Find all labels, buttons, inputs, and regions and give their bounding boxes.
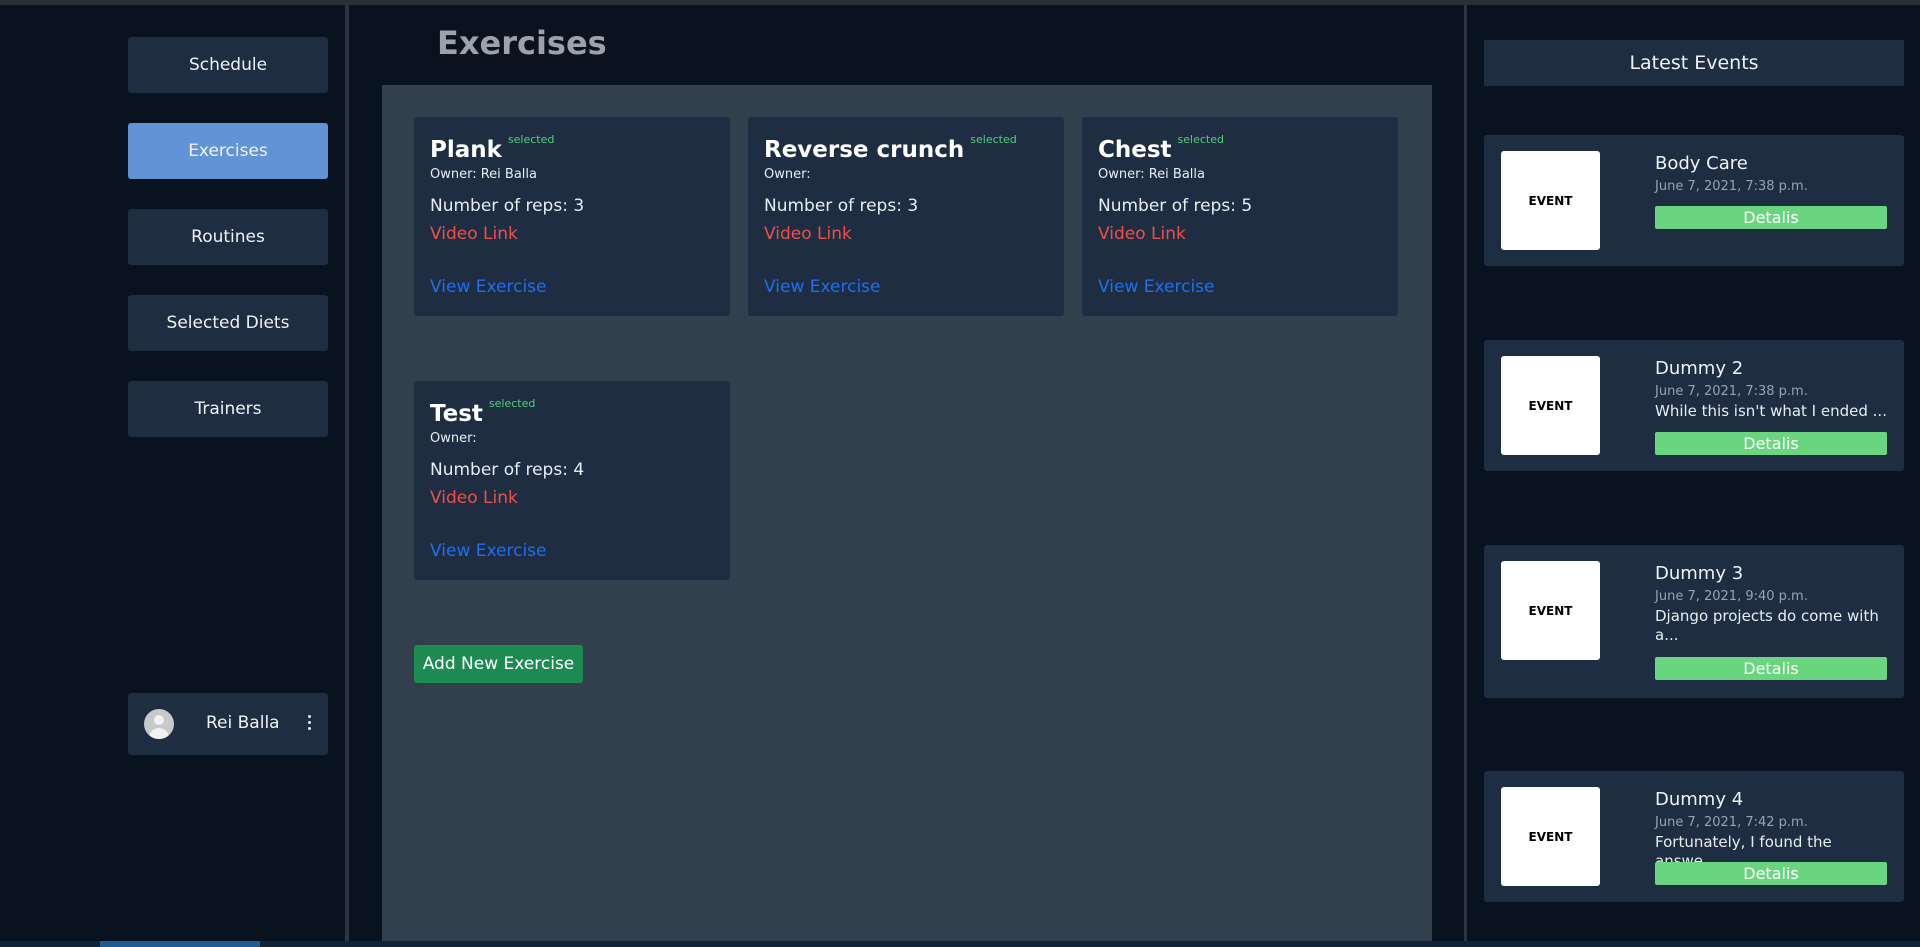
window-bottom-bar xyxy=(0,941,1920,947)
add-new-exercise-button[interactable]: Add New Exercise xyxy=(414,645,583,683)
event-date: June 7, 2021, 7:38 p.m. xyxy=(1655,179,1808,194)
avatar xyxy=(144,709,174,739)
sidebar-item-exercises[interactable]: Exercises xyxy=(128,123,328,179)
latest-events-header: Latest Events xyxy=(1484,40,1904,86)
sidebar-item-schedule[interactable]: Schedule xyxy=(128,37,328,93)
selected-badge: selected xyxy=(970,133,1017,146)
exercise-title: Test selected xyxy=(430,397,535,427)
exercise-name: Chest xyxy=(1098,137,1172,163)
video-link[interactable]: Video Link xyxy=(764,224,852,244)
right-divider xyxy=(1464,5,1467,941)
event-date: June 7, 2021, 7:38 p.m. xyxy=(1655,384,1808,399)
view-exercise-link[interactable]: View Exercise xyxy=(764,277,881,297)
window-top-bar xyxy=(0,0,1920,5)
selected-badge: selected xyxy=(488,397,536,410)
exercise-name: Reverse crunch xyxy=(764,137,965,163)
left-divider xyxy=(345,5,349,941)
exercise-card: Test selected Owner: Number of reps: 4 Vi… xyxy=(414,381,730,580)
event-thumbnail: EVENT xyxy=(1501,787,1600,886)
event-card: EVENT Dummy 4 June 7, 2021, 7:42 p.m. Fo… xyxy=(1484,771,1904,902)
exercise-owner: Owner: xyxy=(430,431,477,446)
exercise-reps: Number of reps: 4 xyxy=(430,460,585,480)
video-link[interactable]: Video Link xyxy=(1098,224,1186,244)
user-name: Rei Balla xyxy=(206,713,280,733)
exercise-card: Reverse crunch selected Owner: Number of … xyxy=(748,117,1064,316)
event-description: Django projects do come with a... xyxy=(1655,607,1879,644)
view-exercise-link[interactable]: View Exercise xyxy=(430,277,547,297)
exercise-title: Reverse crunch selected xyxy=(764,133,1017,163)
exercise-card: Chest selected Owner: Rei Balla Number of… xyxy=(1082,117,1398,316)
exercise-name: Test xyxy=(430,401,483,427)
exercise-title: Chest selected xyxy=(1098,133,1224,163)
event-card: EVENT Dummy 3 June 7, 2021, 9:40 p.m. Dj… xyxy=(1484,545,1904,698)
exercise-owner: Owner: xyxy=(764,167,811,182)
video-link[interactable]: Video Link xyxy=(430,224,518,244)
exercise-name: Plank xyxy=(430,137,502,163)
video-link[interactable]: Video Link xyxy=(430,488,518,508)
event-thumbnail: EVENT xyxy=(1501,356,1600,455)
exercise-reps: Number of reps: 3 xyxy=(764,196,919,216)
event-description: While this isn't what I ended ... xyxy=(1655,402,1887,420)
event-title: Dummy 2 xyxy=(1655,358,1744,379)
event-date: June 7, 2021, 9:40 p.m. xyxy=(1655,589,1808,604)
event-details-button[interactable]: Detalis xyxy=(1655,657,1887,680)
exercise-owner: Owner: Rei Balla xyxy=(1098,167,1205,182)
exercise-reps: Number of reps: 5 xyxy=(1098,196,1253,216)
selected-badge: selected xyxy=(1177,133,1224,146)
page-title: Exercises xyxy=(437,24,607,62)
event-details-button[interactable]: Detalis xyxy=(1655,206,1887,229)
exercise-owner: Owner: Rei Balla xyxy=(430,167,537,182)
exercise-title: Plank selected xyxy=(430,133,554,163)
event-date: June 7, 2021, 7:42 p.m. xyxy=(1655,815,1808,830)
user-profile-card[interactable]: Rei Balla xyxy=(128,693,328,755)
event-thumbnail: EVENT xyxy=(1501,561,1600,660)
event-title: Body Care xyxy=(1655,153,1748,174)
exercise-reps: Number of reps: 3 xyxy=(430,196,585,216)
view-exercise-link[interactable]: View Exercise xyxy=(430,541,547,561)
sidebar-item-selected-diets[interactable]: Selected Diets xyxy=(128,295,328,351)
event-thumbnail: EVENT xyxy=(1501,151,1600,250)
event-card: EVENT Body Care June 7, 2021, 7:38 p.m. … xyxy=(1484,135,1904,266)
event-details-button[interactable]: Detalis xyxy=(1655,862,1887,885)
view-exercise-link[interactable]: View Exercise xyxy=(1098,277,1215,297)
event-title: Dummy 3 xyxy=(1655,563,1744,584)
event-details-button[interactable]: Detalis xyxy=(1655,432,1887,455)
event-title: Dummy 4 xyxy=(1655,789,1744,810)
event-card: EVENT Dummy 2 June 7, 2021, 7:38 p.m. Wh… xyxy=(1484,340,1904,471)
sidebar-item-routines[interactable]: Routines xyxy=(128,209,328,265)
exercise-card: Plank selected Owner: Rei Balla Number of… xyxy=(414,117,730,316)
more-options-icon[interactable] xyxy=(306,715,312,733)
sidebar-item-trainers[interactable]: Trainers xyxy=(128,381,328,437)
selected-badge: selected xyxy=(507,133,555,146)
